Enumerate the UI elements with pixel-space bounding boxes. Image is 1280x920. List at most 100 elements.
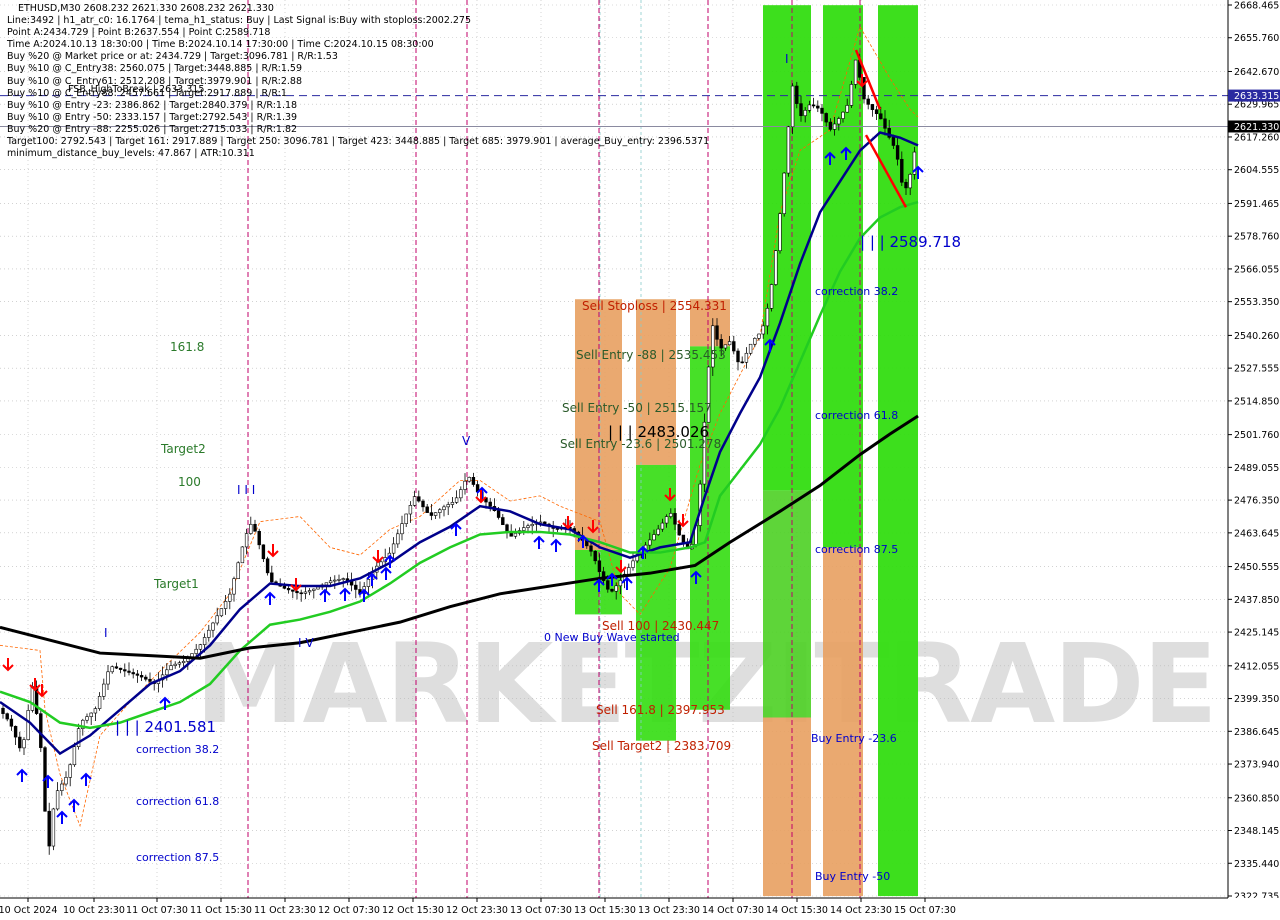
candle-down <box>354 584 358 590</box>
correction-618-right-label: correction 61.8 <box>815 409 898 422</box>
candle-down <box>870 104 875 110</box>
candle-down <box>265 558 270 574</box>
info-line: Buy %20 @ Market price or at: 2434.729 |… <box>7 51 338 63</box>
candle-up <box>433 512 438 516</box>
candle-up <box>467 477 471 482</box>
time-axis-label: 12 Oct 15:30 <box>382 905 444 916</box>
candle-up <box>55 790 60 810</box>
correction-875-left-label: correction 87.5 <box>136 851 219 864</box>
price-axis-label: 2527.555 <box>1234 364 1279 375</box>
candle-up <box>379 561 383 567</box>
candle-up <box>219 608 224 617</box>
time-axis-label: 14 Oct 23:30 <box>830 905 892 916</box>
candle-up <box>664 516 669 524</box>
candle-down <box>715 325 719 340</box>
candle-up <box>51 808 56 847</box>
price-axis-label: 2437.850 <box>1234 595 1279 606</box>
correction-382-right-label: correction 38.2 <box>815 285 898 298</box>
candle-down <box>123 669 127 672</box>
zone-block <box>763 5 811 491</box>
candle-up <box>727 341 732 346</box>
time-axis-label: 11 Oct 07:30 <box>126 905 188 916</box>
candle-down <box>904 181 908 189</box>
candle-down <box>47 810 51 847</box>
time-axis-label: 12 Oct 23:30 <box>446 905 508 916</box>
candle-down <box>610 588 614 592</box>
candle-down <box>135 673 140 676</box>
candle-up <box>312 588 316 591</box>
candle-up <box>614 585 618 592</box>
candle-up <box>341 578 345 580</box>
info-line: Point A:2434.729 | Point B:2637.554 | Po… <box>7 27 271 39</box>
candle-down <box>740 361 744 364</box>
candle-up <box>765 308 770 327</box>
time-axis-label: 13 Oct 07:30 <box>510 905 572 916</box>
candle-up <box>328 580 333 584</box>
price-axis-label: 2399.350 <box>1234 694 1279 705</box>
candle-up <box>198 644 203 650</box>
candle-down <box>732 341 736 352</box>
candle-down <box>295 591 299 594</box>
info-line: Buy %10 @ Entry -50: 2333.157 | Target:2… <box>7 111 298 123</box>
candle-up <box>790 85 795 128</box>
wave-i-label: I <box>104 626 108 640</box>
price-axis-label: 2668.465 <box>1234 1 1279 12</box>
candle-up <box>761 325 765 335</box>
target2-label: Target2 <box>160 442 206 456</box>
time-axis-label: 12 Oct 07:30 <box>318 905 380 916</box>
candle-up <box>648 539 652 546</box>
candle-up <box>618 580 623 587</box>
price-axis-label: 2360.850 <box>1234 793 1279 804</box>
candle-down <box>471 477 476 485</box>
candle-up <box>165 669 169 676</box>
current-price-tag-text: 2621.330 <box>1234 122 1279 133</box>
candle-up <box>60 783 64 791</box>
chart-window: MARKETZITRADESell Stoploss | 2554.331Sel… <box>0 0 1280 920</box>
candle-up <box>744 352 749 363</box>
candle-up <box>748 343 753 354</box>
info-line: Buy %10 @ Entry -23: 2386.862 | Target:2… <box>7 99 298 111</box>
level-2483-label: | | | 2483.026 <box>608 423 709 441</box>
candle-up <box>337 579 341 581</box>
candle-down <box>425 506 429 513</box>
high-price-tag-text: 2633.315 <box>1234 91 1279 102</box>
info-line: Buy %20 @ Entry -88: 2255.026 | Target:2… <box>7 123 298 135</box>
candle-up <box>652 534 656 541</box>
info-line: Line:3492 | h1_atr_c0: 16.1764 | tema_h1… <box>7 15 472 27</box>
candle-up <box>228 593 232 602</box>
sell-stoploss-label: Sell Stoploss | 2554.331 <box>582 299 727 313</box>
price-axis-label: 2425.145 <box>1234 628 1279 639</box>
candle-up <box>660 522 665 530</box>
candle-down <box>795 85 799 104</box>
candle-down <box>879 113 883 120</box>
candle-up <box>110 666 114 673</box>
candle-down <box>13 725 18 738</box>
candle-down <box>496 510 501 518</box>
candle-up <box>400 523 404 535</box>
candle-down <box>5 713 9 720</box>
price-axis-label: 2604.555 <box>1234 165 1279 176</box>
candle-down <box>18 736 22 749</box>
price-axis-label: 2540.260 <box>1234 331 1279 342</box>
price-axis-label: 2566.055 <box>1234 264 1279 275</box>
candle-down <box>606 580 610 590</box>
candle-down <box>736 350 740 363</box>
candle-down <box>891 137 896 146</box>
candle-up <box>656 528 660 535</box>
candle-down <box>828 121 833 130</box>
candle-up <box>26 710 30 740</box>
candle-up <box>202 637 207 645</box>
buy-entry-236-label: Buy Entry -23.6 <box>811 732 897 745</box>
time-axis-label: 11 Oct 23:30 <box>254 905 316 916</box>
info-line: minimum_distance_buy_levels: 47.867 | AT… <box>7 148 255 160</box>
candle-down <box>131 672 135 675</box>
candle-down <box>1 707 5 714</box>
candle-up <box>832 123 837 130</box>
price-axis-label: 2501.760 <box>1234 430 1279 441</box>
sell-target2-label: Sell Target2 | 2383.709 <box>592 739 731 753</box>
candle-up <box>408 505 413 515</box>
fsb-overlap-label: FSB_HighToBreak | 2633.315 <box>68 84 205 95</box>
candle-down <box>589 545 593 552</box>
time-axis-label: 13 Oct 15:30 <box>574 905 636 916</box>
candle-up <box>782 172 786 214</box>
